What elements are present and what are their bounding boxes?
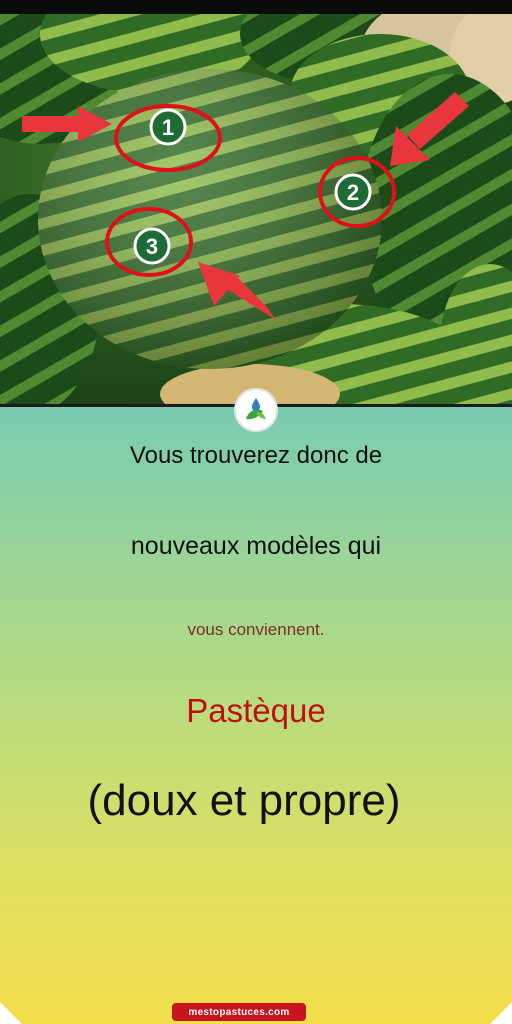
svg-text:1: 1 — [162, 115, 174, 140]
title-pasteque: Pastèque — [186, 692, 326, 729]
leaf-droplet-icon — [236, 390, 276, 430]
watermelon-photo: 1 2 3 — [0, 14, 512, 406]
text-line-1: Vous trouverez donc de — [129, 442, 383, 469]
svg-text:2: 2 — [347, 180, 359, 205]
text-line-2: nouveaux modèles qui — [130, 532, 382, 560]
text-line-3: vous conviennent. — [187, 620, 325, 639]
corner-decoration-right — [490, 1002, 512, 1024]
subtitle-doux-propre: (doux et propre) — [87, 776, 401, 825]
svg-text:3: 3 — [146, 234, 158, 259]
site-watermark[interactable]: mestopastuces.com — [172, 1003, 306, 1021]
corner-decoration-left — [0, 1002, 22, 1024]
watermelon-icon: 1 2 3 — [0, 14, 512, 406]
status-bar — [0, 0, 512, 14]
